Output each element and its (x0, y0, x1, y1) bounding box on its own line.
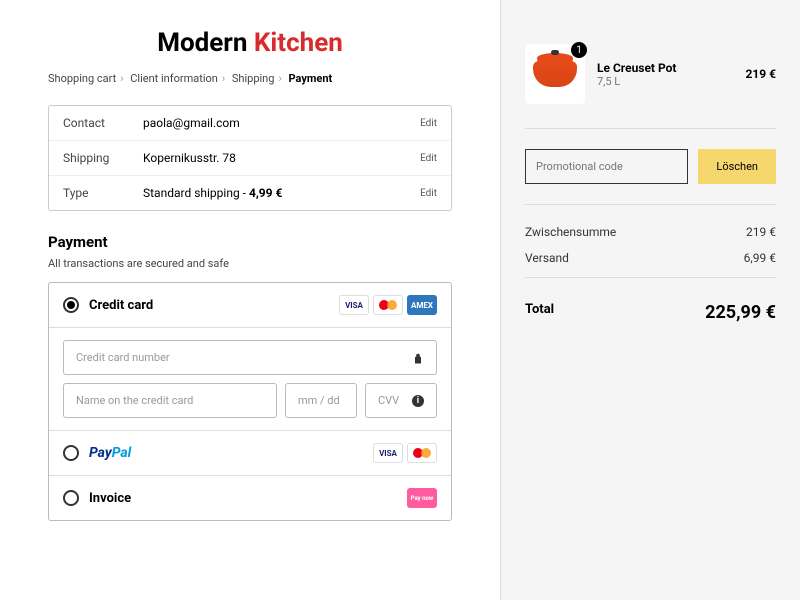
brand-word-1: Modern (157, 28, 247, 58)
summary-shipping: Versand 6,99 € (525, 251, 776, 265)
cart-item: 1 Le Creuset Pot 7,5 L 219 € (525, 44, 776, 104)
radio-invoice[interactable] (63, 490, 79, 506)
payment-subtitle: All transactions are secured and safe (48, 257, 452, 270)
breadcrumb: Shopping cart› Client information› Shipp… (48, 72, 452, 85)
promo-row: Löschen (525, 149, 776, 184)
product-variant: 7,5 L (597, 75, 733, 88)
mastercard-icon (407, 443, 437, 463)
lock-icon (412, 352, 424, 364)
credit-card-fields: Credit card number Name on the credit ca… (49, 328, 451, 431)
payment-options: Credit card VISA AMEX Credit card number… (48, 282, 452, 521)
visa-icon: VISA (339, 295, 369, 315)
product-name: Le Creuset Pot (597, 61, 733, 75)
edit-contact-link[interactable]: Edit (420, 118, 437, 129)
credit-card-icons: VISA AMEX (339, 295, 437, 315)
card-name-input[interactable]: Name on the credit card (63, 383, 277, 418)
radio-credit-card[interactable] (63, 297, 79, 313)
option-credit-card[interactable]: Credit card VISA AMEX (49, 283, 451, 328)
visa-icon: VISA (373, 443, 403, 463)
contact-label: Contact (63, 116, 143, 130)
crumb-client[interactable]: Client information (130, 72, 218, 85)
info-row-type: Type Standard shipping - 4,99 € Edit (49, 176, 451, 210)
shipping-label: Shipping (63, 151, 143, 165)
info-icon[interactable]: i (412, 395, 424, 407)
credit-card-label: Credit card (89, 298, 339, 313)
product-price: 219 € (745, 67, 776, 81)
type-value: Standard shipping - 4,99 € (143, 186, 420, 200)
paynow-icon: Pay now (407, 488, 437, 508)
invoice-label: Invoice (89, 491, 407, 506)
promo-code-input[interactable] (525, 149, 688, 184)
summary-total: Total 225,99 € (525, 302, 776, 323)
info-row-shipping: Shipping Kopernikusstr. 78 Edit (49, 141, 451, 176)
product-image: 1 (525, 44, 585, 104)
summary-subtotal: Zwischensumme 219 € (525, 225, 776, 239)
card-number-input[interactable]: Credit card number (63, 340, 437, 375)
crumb-payment: Payment (288, 72, 332, 85)
crumb-shipping[interactable]: Shipping (232, 72, 275, 85)
edit-shipping-link[interactable]: Edit (420, 153, 437, 164)
info-summary: Contact paola@gmail.com Edit Shipping Ko… (48, 105, 452, 211)
brand-title: Modern Kitchen (48, 28, 452, 58)
brand-word-2: Kitchen (254, 28, 343, 58)
payment-title: Payment (48, 233, 452, 251)
quantity-badge: 1 (571, 42, 587, 58)
contact-value: paola@gmail.com (143, 116, 420, 130)
paypal-label: PayPal (89, 445, 373, 461)
paypal-card-icons: VISA (373, 443, 437, 463)
mastercard-icon (373, 295, 403, 315)
checkout-main: Modern Kitchen Shopping cart› Client inf… (0, 0, 500, 600)
amex-icon: AMEX (407, 295, 437, 315)
type-label: Type (63, 186, 143, 200)
option-invoice[interactable]: Invoice Pay now (49, 476, 451, 520)
order-summary: 1 Le Creuset Pot 7,5 L 219 € Löschen Zwi… (500, 0, 800, 600)
option-paypal[interactable]: PayPal VISA (49, 431, 451, 476)
crumb-cart[interactable]: Shopping cart (48, 72, 116, 85)
shipping-value: Kopernikusstr. 78 (143, 151, 420, 165)
edit-type-link[interactable]: Edit (420, 188, 437, 199)
radio-paypal[interactable] (63, 445, 79, 461)
info-row-contact: Contact paola@gmail.com Edit (49, 106, 451, 141)
promo-clear-button[interactable]: Löschen (698, 149, 776, 184)
card-date-input[interactable]: mm / dd (285, 383, 357, 418)
card-cvv-input[interactable]: CVV i (365, 383, 437, 418)
